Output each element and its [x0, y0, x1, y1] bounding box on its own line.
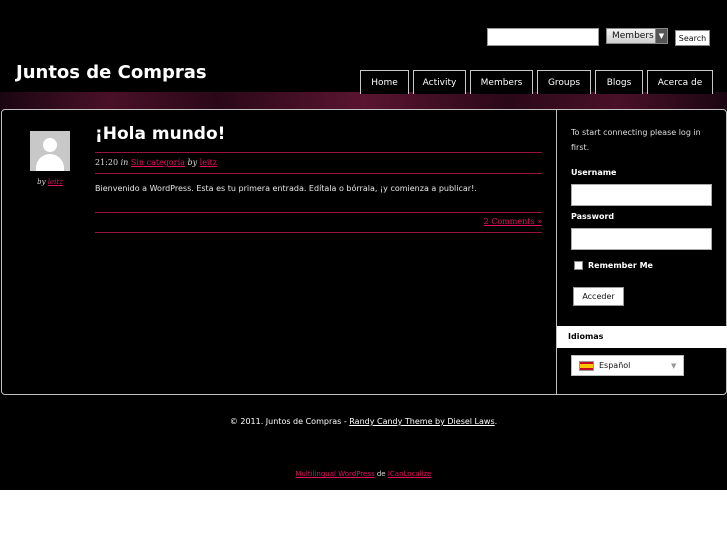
username-label: Username — [571, 168, 617, 177]
search-input[interactable] — [487, 28, 599, 46]
post-title[interactable]: ¡Hola mundo! — [95, 124, 225, 144]
header-glow-band — [0, 92, 727, 110]
search-scope-select[interactable]: Members ▼ — [606, 28, 668, 44]
spain-flag-icon — [579, 360, 594, 371]
idiomas-title: Idiomas — [568, 332, 604, 341]
password-label: Password — [571, 212, 615, 221]
post-body: Bienvenido a WordPress. Esta es tu prime… — [95, 184, 477, 193]
post-meta: 21:20 in Sin categoría by leitz — [95, 158, 217, 167]
meta-by-word: by — [187, 158, 198, 167]
chevron-down-icon: ▼ — [671, 361, 677, 370]
footer-de-word: de — [374, 470, 388, 478]
password-field[interactable] — [571, 228, 712, 250]
login-button[interactable]: Acceder — [573, 287, 624, 306]
avatar-author-line: by leitz — [30, 178, 70, 186]
avatar-body — [36, 154, 64, 171]
icanlocalize-link[interactable]: ICanLocalize — [388, 470, 432, 478]
author-link[interactable]: leitz — [48, 178, 63, 186]
search-button[interactable]: Search — [675, 30, 710, 46]
search-scope-label: Members — [612, 31, 654, 41]
nav-tab-activity[interactable]: Activity — [413, 70, 466, 94]
divider — [95, 152, 542, 153]
login-intro: To start connecting please log in first. — [571, 128, 701, 152]
remember-me-label[interactable]: Remember Me — [588, 261, 653, 270]
site-title[interactable]: Juntos de Compras — [16, 62, 207, 83]
footer-multilingual: Multilingual WordPress de ICanLocalize — [0, 470, 727, 478]
footer-period: . — [494, 417, 498, 426]
divider — [95, 232, 542, 233]
remember-me-checkbox[interactable] — [574, 261, 583, 270]
footer-copyright: © 2011. Juntos de Compras - Randy Candy … — [0, 417, 727, 426]
theme-link[interactable]: Randy Candy Theme by Diesel Laws — [349, 417, 494, 426]
nav-tab-groups[interactable]: Groups — [537, 70, 591, 94]
comments-link[interactable]: 2 Comments » — [484, 217, 542, 226]
divider — [95, 212, 542, 213]
category-link[interactable]: Sin categoría — [131, 158, 185, 167]
nav-tab-blogs[interactable]: Blogs — [595, 70, 643, 94]
multilingual-link[interactable]: Multilingual WordPress — [295, 470, 374, 478]
meta-author-link[interactable]: leitz — [200, 158, 217, 167]
avatar-head — [43, 138, 57, 152]
avatar[interactable] — [30, 131, 70, 171]
post-time: 21:20 — [95, 158, 119, 167]
chevron-down-icon: ▼ — [655, 29, 667, 43]
copyright-text: © 2011. Juntos de Compras - — [229, 417, 350, 426]
language-select[interactable]: Español ▼ — [571, 355, 684, 376]
nav-tab-members[interactable]: Members — [470, 70, 533, 94]
nav-tab-acerca-de[interactable]: Acerca de — [647, 70, 713, 94]
nav-tab-home[interactable]: Home — [360, 70, 409, 94]
divider — [95, 173, 542, 174]
main-nav: Home Activity Members Groups Blogs Acerc… — [360, 70, 717, 94]
meta-in-word: in — [120, 158, 129, 167]
username-field[interactable] — [571, 184, 712, 206]
author-prefix: by — [37, 178, 46, 186]
sidebar-divider — [556, 110, 557, 395]
language-label: Español — [599, 361, 631, 370]
